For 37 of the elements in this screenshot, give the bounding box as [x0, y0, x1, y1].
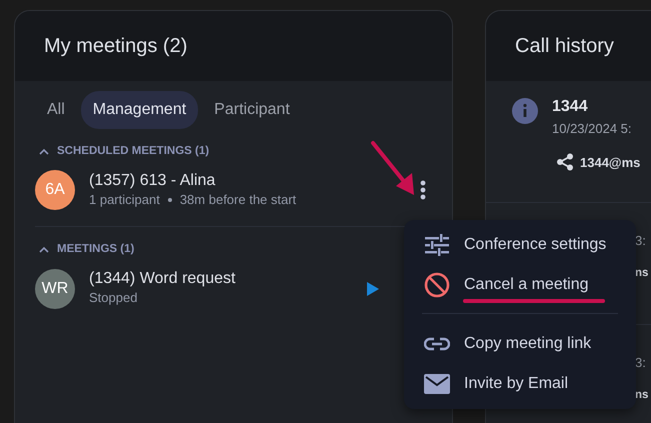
call-date: 3: — [635, 233, 646, 248]
panel-title: My meetings (2) — [15, 11, 452, 81]
section-title: SCHEDULED MEETINGS (1) — [57, 144, 210, 159]
call-title: 1344 — [552, 97, 589, 117]
menu-item[interactable]: Copy meeting link — [404, 324, 636, 364]
chevron-icon[interactable] — [39, 148, 49, 156]
call-date: 3: — [635, 355, 646, 370]
call-link[interactable]: ns — [635, 266, 648, 278]
filter-tab[interactable]: Participant — [202, 91, 302, 129]
avatar: 6A — [35, 170, 75, 210]
meeting-status: Stopped — [89, 289, 138, 308]
menu-item[interactable]: Invite by Email — [404, 364, 636, 404]
filter-tab[interactable]: All — [35, 91, 77, 129]
call-link[interactable]: ns — [635, 388, 648, 400]
meeting-name: (1344) Word request — [89, 270, 236, 288]
envelope-icon — [424, 374, 450, 394]
call-link[interactable]: 1344@ms — [580, 152, 640, 172]
chevron-icon[interactable] — [39, 246, 49, 254]
prohibited-icon — [424, 272, 450, 298]
meeting-name: (1357) 613 - Alina — [89, 172, 216, 189]
avatar: WR — [35, 268, 75, 308]
start-time: 38m before the start — [180, 191, 296, 210]
participant-count: 1 participant — [89, 191, 160, 210]
arrow-annotation — [371, 141, 414, 195]
link-icon — [424, 337, 450, 351]
play-icon[interactable] — [366, 280, 380, 296]
dot-separator-icon — [168, 198, 172, 202]
menu-item[interactable]: Cancel a meeting — [404, 265, 636, 305]
panel-title: Call history — [486, 11, 651, 81]
menu-item[interactable]: Conference settings — [404, 225, 636, 265]
share-icon[interactable] — [556, 153, 574, 172]
sliders-icon — [424, 234, 450, 256]
filter-tab[interactable]: Management — [80, 91, 198, 129]
section-title: MEETINGS (1) — [57, 242, 134, 258]
info-icon — [512, 98, 538, 124]
call-date: 10/23/2024 5: — [552, 120, 633, 138]
more-icon[interactable] — [420, 180, 426, 200]
